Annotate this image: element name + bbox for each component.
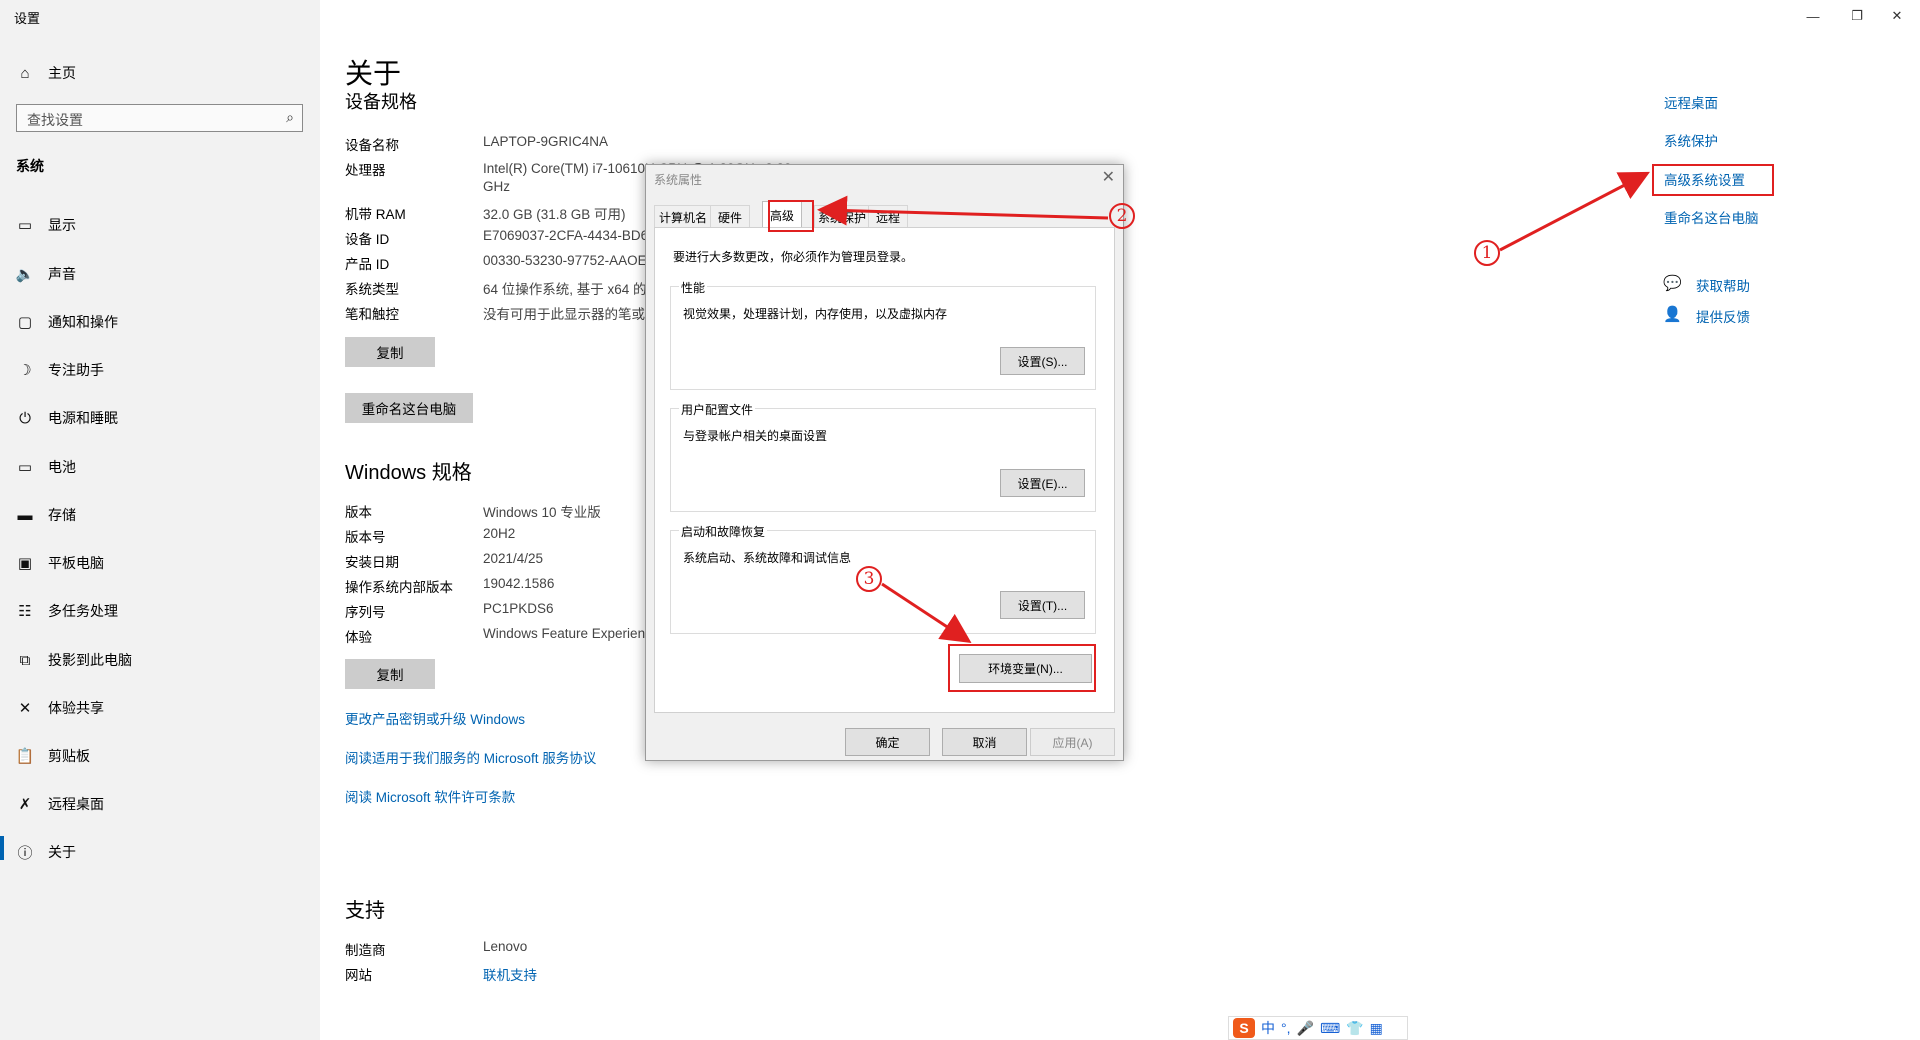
skin-icon[interactable]: 👕 bbox=[1346, 1020, 1363, 1037]
ime-toolbar[interactable]: S 中 °, 🎤 ⌨ 👕 ▦ bbox=[1228, 1016, 1408, 1040]
arrow-2 bbox=[817, 195, 1109, 226]
sogou-logo-icon: S bbox=[1233, 1018, 1255, 1038]
arrow-1 bbox=[1499, 171, 1650, 252]
arrow-3 bbox=[881, 582, 972, 643]
punctuation-icon[interactable]: °, bbox=[1281, 1020, 1291, 1036]
annotation-arrows bbox=[817, 171, 1650, 643]
ime-mode[interactable]: 中 bbox=[1261, 1018, 1275, 1038]
toolbox-icon[interactable]: ▦ bbox=[1370, 1020, 1383, 1037]
keyboard-icon[interactable]: ⌨ bbox=[1320, 1020, 1340, 1037]
microphone-icon[interactable]: 🎤 bbox=[1297, 1020, 1314, 1037]
